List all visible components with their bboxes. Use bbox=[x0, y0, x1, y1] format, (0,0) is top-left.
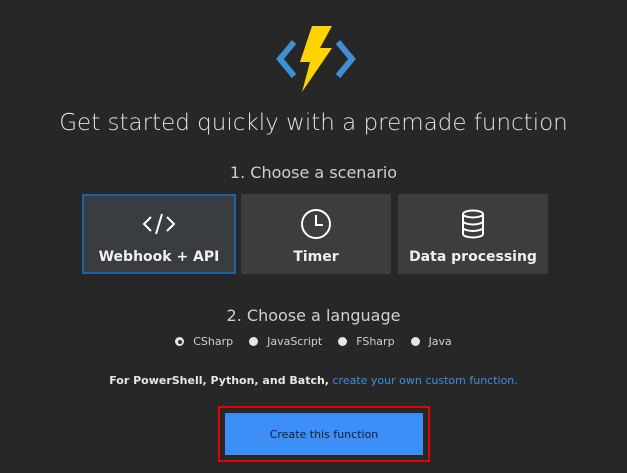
scenario-label: Timer bbox=[293, 249, 339, 265]
scenario-label: Data processing bbox=[409, 249, 537, 265]
database-icon bbox=[398, 209, 548, 239]
step1-title: 1. Choose a scenario bbox=[229, 163, 398, 182]
radio-button[interactable] bbox=[249, 337, 259, 346]
code-brackets-icon bbox=[84, 209, 234, 239]
language-radio-group: CSharp JavaScript FSharp Java bbox=[0, 335, 627, 348]
scenario-webhook-api[interactable]: Webhook + API bbox=[82, 194, 236, 274]
language-option-javascript[interactable]: JavaScript bbox=[249, 335, 322, 348]
create-function-button[interactable]: Create this function bbox=[225, 413, 423, 455]
language-option-fsharp[interactable]: FSharp bbox=[338, 335, 395, 348]
custom-function-note: For PowerShell, Python, and Batch, creat… bbox=[0, 374, 627, 387]
note-text: For PowerShell, Python, and Batch, bbox=[109, 374, 329, 387]
language-option-java[interactable]: Java bbox=[410, 335, 452, 348]
create-custom-function-link[interactable]: create your own custom function. bbox=[333, 374, 518, 387]
language-label: Java bbox=[428, 335, 452, 348]
step2-title: 2. Choose a language bbox=[226, 306, 401, 325]
radio-button[interactable] bbox=[410, 337, 420, 346]
scenario-data-processing[interactable]: Data processing bbox=[398, 194, 548, 274]
language-label: FSharp bbox=[356, 335, 395, 348]
scenario-label: Webhook + API bbox=[98, 249, 220, 265]
radio-button[interactable] bbox=[175, 337, 185, 346]
language-label: JavaScript bbox=[267, 335, 323, 348]
radio-button[interactable] bbox=[338, 337, 348, 346]
language-label: CSharp bbox=[193, 335, 234, 348]
scenario-timer[interactable]: Timer bbox=[241, 194, 391, 274]
azure-functions-bolt-icon bbox=[276, 26, 356, 92]
language-option-csharp[interactable]: CSharp bbox=[175, 335, 233, 348]
function-quickstart-page: Get started quickly with a premade funct… bbox=[0, 0, 627, 473]
page-title: Get started quickly with a premade funct… bbox=[59, 110, 568, 136]
clock-icon bbox=[241, 209, 391, 239]
